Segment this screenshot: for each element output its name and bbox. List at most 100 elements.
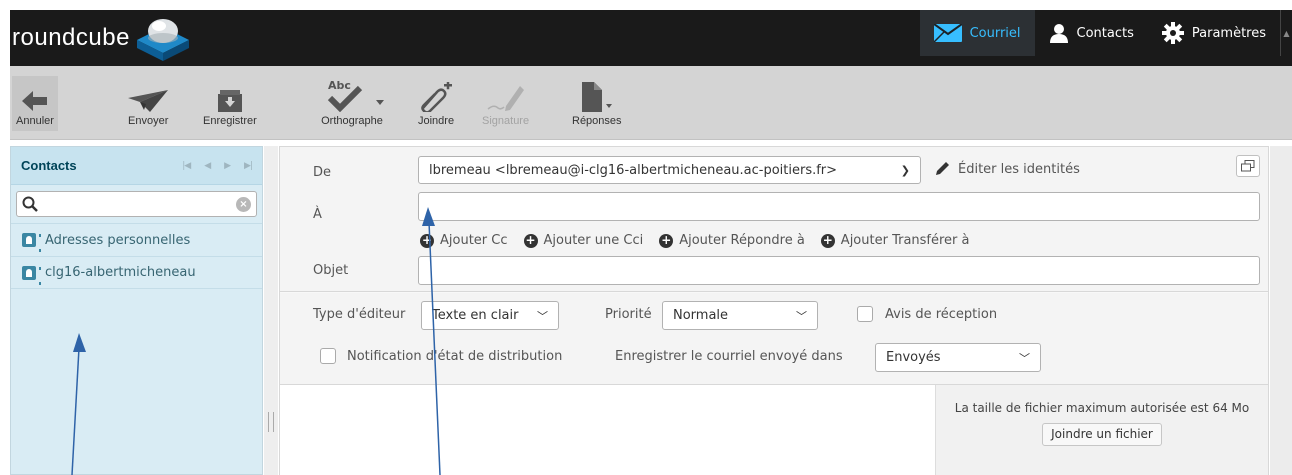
cancel-label: Annuler <box>16 115 54 127</box>
logo-cube-icon <box>134 14 192 62</box>
gear-icon <box>1161 22 1184 44</box>
subject-label: Objet <box>313 263 349 278</box>
attachments-pane: La taille de fichier maximum autorisée e… <box>935 385 1268 475</box>
store-sent-label: Enregistrer le courriel envoyé dans <box>615 349 843 364</box>
sidebar-title: Contacts <box>21 158 77 173</box>
clear-search-icon[interactable]: × <box>236 196 251 212</box>
spellcheck-label: Orthographe <box>321 115 383 127</box>
receipt-label: Avis de réception <box>885 307 998 322</box>
mail-icon <box>933 24 962 42</box>
addressbook-label: Adresses personnelles <box>45 232 191 248</box>
save-label: Enregistrer <box>203 115 257 127</box>
from-value: lbremeau <lbremeau@i-clg16-albertmichene… <box>429 162 838 178</box>
right-margin <box>1270 146 1292 475</box>
taskbar-collapse-button[interactable]: ▲ <box>1280 10 1292 56</box>
taskbar: Courriel Contacts Paramètres ▲ <box>919 10 1292 56</box>
dsn-checkbox[interactable] <box>320 348 336 364</box>
splitter-handle[interactable] <box>268 412 274 432</box>
store-sent-value: Envoyés <box>886 350 941 365</box>
task-mail[interactable]: Courriel <box>919 10 1035 56</box>
cancel-button[interactable]: Annuler <box>12 76 58 131</box>
sidebar-splitter[interactable] <box>264 146 278 475</box>
to-label: À <box>313 207 322 222</box>
chevron-down-icon: ﹀ <box>1019 351 1030 365</box>
attach-button[interactable]: Joindre <box>418 78 454 127</box>
send-button[interactable]: Envoyer <box>128 78 168 127</box>
task-contacts-label: Contacts <box>1076 25 1134 41</box>
from-select[interactable]: lbremeau <lbremeau@i-clg16-albertmichene… <box>418 156 921 184</box>
last-page-icon[interactable]: ▶| <box>244 161 253 171</box>
responses-label: Réponses <box>572 115 622 127</box>
plus-circle-icon: + <box>820 232 835 248</box>
save-button[interactable]: Enregistrer <box>203 78 257 127</box>
top-bar: roundcube Courriel Contacts Paramètres ▲ <box>10 10 1292 66</box>
task-settings[interactable]: Paramètres <box>1148 10 1280 56</box>
chevron-down-icon: ﹀ <box>796 309 807 323</box>
spellcheck-icon: Abc <box>316 78 388 112</box>
from-label: De <box>313 165 332 180</box>
edit-identities-link[interactable]: Éditer les identités <box>934 161 1080 177</box>
editor-type-value: Texte en clair <box>432 308 519 323</box>
add-replyto-label: Ajouter Répondre à <box>679 233 805 248</box>
compose-options: Type d'éditeur Texte en clair ﹀ Priorité… <box>280 293 1268 385</box>
search-icon <box>22 196 38 212</box>
addressbook-item[interactable]: clg16-albertmicheneau <box>11 256 262 289</box>
plus-circle-icon: + <box>659 232 674 248</box>
add-bcc-link[interactable]: + Ajouter une Cci <box>523 232 644 248</box>
contacts-icon <box>1049 24 1068 43</box>
to-input[interactable] <box>418 192 1260 221</box>
add-replyto-link[interactable]: + Ajouter Répondre à <box>659 233 805 248</box>
task-mail-label: Courriel <box>969 25 1021 41</box>
task-settings-label: Paramètres <box>1191 25 1266 41</box>
addressbook-icon <box>22 265 41 285</box>
priority-select[interactable]: Normale ﹀ <box>662 301 818 330</box>
plus-circle-icon: + <box>523 232 538 248</box>
dsn-label: Notification d'état de distribution <box>347 349 563 364</box>
edit-identities-label: Éditer les identités <box>958 161 1080 177</box>
add-cc-link[interactable]: + Ajouter Cc <box>420 233 508 248</box>
add-header-links: + Ajouter Cc + Ajouter une Cci + Ajouter Ré… <box>420 233 970 248</box>
signature-pen-icon <box>486 78 526 112</box>
attach-label: Joindre <box>418 115 455 127</box>
addressbook-item[interactable]: Adresses personnelles <box>11 223 262 256</box>
priority-value: Normale <box>673 308 729 323</box>
spellcheck-button[interactable]: Abc Orthographe <box>316 78 388 127</box>
add-bcc-label: Ajouter une Cci <box>543 233 644 248</box>
receipt-checkbox[interactable] <box>857 306 873 322</box>
popout-icon <box>1241 160 1255 172</box>
popout-button[interactable] <box>1236 155 1260 177</box>
contacts-sidebar: Contacts |◀ ◀ ▶ ▶| × Adresses personnell… <box>10 146 263 475</box>
pager: |◀ ◀ ▶ ▶| <box>182 161 253 171</box>
document-icon <box>580 78 614 112</box>
editor-type-label: Type d'éditeur <box>313 307 406 322</box>
svg-text:Abc: Abc <box>328 79 351 92</box>
compose-headers: De lbremeau <lbremeau@i-clg16-albertmich… <box>280 147 1268 292</box>
message-body-editor[interactable] <box>280 385 935 475</box>
roundcube-logo[interactable]: roundcube <box>12 10 192 66</box>
addressbook-label: clg16-albertmicheneau <box>45 265 196 280</box>
add-followupto-link[interactable]: + Ajouter Transférer à <box>820 232 970 248</box>
max-size-text: La taille de fichier maximum autorisée e… <box>954 401 1250 415</box>
pencil-icon <box>936 162 949 175</box>
sidebar-header: Contacts |◀ ◀ ▶ ▶| <box>11 147 262 185</box>
signature-button[interactable]: Signature <box>482 78 529 127</box>
signature-label: Signature <box>482 115 530 127</box>
subject-input[interactable] <box>418 256 1260 285</box>
next-page-icon[interactable]: ▶ <box>224 161 231 171</box>
first-page-icon[interactable]: |◀ <box>182 161 191 171</box>
responses-button[interactable]: Réponses <box>572 78 622 127</box>
send-label: Envoyer <box>128 115 169 127</box>
plus-circle-icon: + <box>420 232 434 248</box>
contacts-search-input[interactable]: × <box>16 191 257 217</box>
editor-type-select[interactable]: Texte en clair ﹀ <box>421 301 559 330</box>
arrow-left-icon <box>21 78 48 112</box>
compose-form: De lbremeau <lbremeau@i-clg16-albertmich… <box>279 146 1269 475</box>
task-contacts[interactable]: Contacts <box>1035 10 1148 56</box>
store-sent-select[interactable]: Envoyés ﹀ <box>875 343 1041 372</box>
attach-file-button[interactable]: Joindre un fichier <box>1042 423 1162 446</box>
prev-page-icon[interactable]: ◀ <box>204 161 211 171</box>
toolbar: Annuler Envoyer Enregistrer Abc Orthogra… <box>10 66 1292 140</box>
add-followupto-label: Ajouter Transférer à <box>840 233 970 248</box>
add-cc-label: Ajouter Cc <box>440 233 508 248</box>
chevron-down-icon: ﹀ <box>537 309 548 323</box>
